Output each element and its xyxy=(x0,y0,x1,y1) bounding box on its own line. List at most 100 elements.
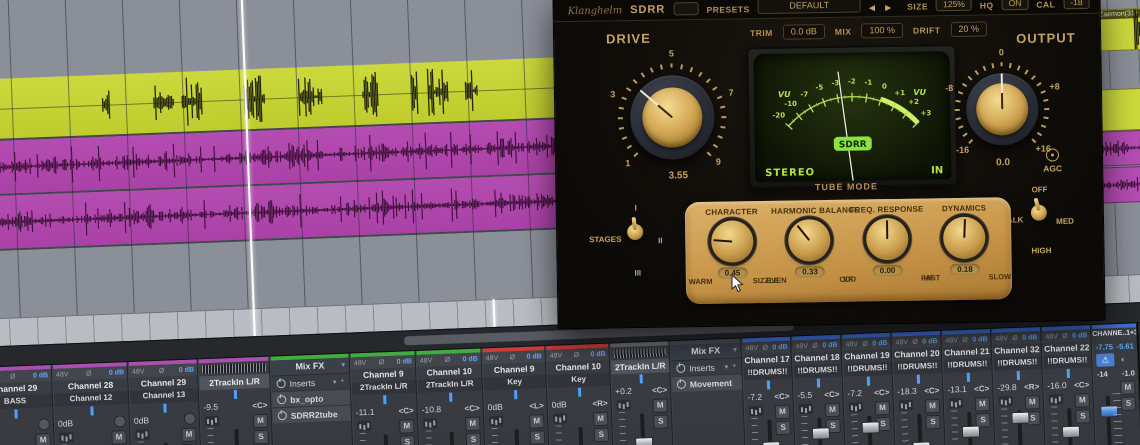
small-knob[interactable] xyxy=(788,218,831,262)
phase-icon[interactable]: Ø xyxy=(912,338,918,345)
power-icon[interactable] xyxy=(676,379,687,390)
mute-button[interactable]: M xyxy=(874,400,891,416)
chevron-down-icon[interactable]: ▾ xyxy=(733,343,737,358)
pan-value[interactable]: <C> xyxy=(824,389,839,399)
mute-button[interactable]: M xyxy=(774,404,791,420)
phase-icon[interactable]: Ø xyxy=(762,344,768,351)
pan-value[interactable]: <C> xyxy=(924,385,939,395)
gain-value[interactable]: 0dB xyxy=(134,415,149,426)
mixer-strip-channel-20[interactable]: 48V Ø 0 dB Channel 20 !!DRUMS!! -18.3 <C> M S xyxy=(891,330,947,445)
mixer-strip-channel-10[interactable]: 48V Ø 0 dB Channel 10 2TrackIn L/R -10.8 <C> M S xyxy=(415,348,488,445)
input-gain-label[interactable]: 0 dB xyxy=(922,337,937,345)
drift-value[interactable]: 20 % xyxy=(950,21,988,38)
mute-button[interactable]: M xyxy=(592,411,609,427)
mute-button[interactable]: M xyxy=(528,414,545,429)
knob-value[interactable]: 0.00 xyxy=(872,264,903,277)
fader-handle[interactable] xyxy=(961,425,981,439)
phase-icon[interactable]: Ø xyxy=(10,373,16,380)
fader-handle[interactable] xyxy=(634,436,654,445)
mixer-strip-mix-fx[interactable]: Mix FX ▾ Inserts ▾ + Movement xyxy=(669,338,747,445)
size-value[interactable]: 125% xyxy=(935,0,972,12)
fader-handle[interactable] xyxy=(762,441,781,445)
solo-button[interactable]: S xyxy=(399,435,416,445)
fader-handle[interactable] xyxy=(912,441,931,445)
solo-button[interactable]: S xyxy=(1120,396,1137,411)
mute-button[interactable]: M xyxy=(465,416,481,432)
mixer-strip-channel-19[interactable]: 48V Ø 0 dB Channel 19 !!DRUMS!! -7.2 <C> M S xyxy=(841,332,897,445)
fader-handle[interactable] xyxy=(1011,411,1030,425)
solo-button[interactable]: S xyxy=(775,420,791,436)
knob-value[interactable]: 0.33 xyxy=(795,266,825,278)
add-insert-icon[interactable]: + xyxy=(732,363,736,370)
gain-value[interactable]: -16.0 xyxy=(1047,380,1067,391)
pan-value[interactable]: <C> xyxy=(974,384,989,394)
mute-button[interactable]: M xyxy=(1074,393,1091,408)
pan-knob-icon[interactable] xyxy=(113,415,127,428)
mixer-strip-channel-29[interactable]: 48VØ0 dBChannel 29Channel 130dBMS xyxy=(127,359,204,445)
small-knob[interactable] xyxy=(943,216,986,260)
small-knob[interactable] xyxy=(865,217,909,261)
mixfx-header[interactable]: Mix FX ▾ xyxy=(670,342,741,361)
mode-icon[interactable]: ◐ xyxy=(1117,353,1130,366)
mute-button[interactable]: M xyxy=(1120,380,1136,395)
input-gain-label[interactable]: 0 dB xyxy=(109,369,124,377)
mix-value[interactable]: 100 % xyxy=(861,22,904,39)
fader-handle[interactable] xyxy=(1061,425,1081,439)
trim-value[interactable]: 0.0 dB xyxy=(782,24,825,40)
solo-button[interactable]: S xyxy=(593,427,610,443)
solo-button[interactable]: S xyxy=(529,430,546,445)
pan-value[interactable]: <C> xyxy=(774,391,789,401)
mixer-strip-mix-fx[interactable]: Mix FX ▾ Inserts ▾ + bx_opto SDRR2tube xyxy=(269,353,356,445)
power-icon[interactable] xyxy=(277,411,288,421)
phantom-label[interactable]: 48V xyxy=(1045,333,1058,340)
xtalk-option-med[interactable]: MED xyxy=(1056,217,1074,226)
phantom-label[interactable]: 48V xyxy=(845,341,858,348)
gain-value[interactable]: 0dB xyxy=(487,402,502,413)
xtalk-toggle[interactable] xyxy=(1030,198,1048,221)
input-gain-label[interactable]: 0 dB xyxy=(1022,334,1037,342)
pan-value[interactable]: <C> xyxy=(874,387,889,397)
warning-icon[interactable]: ⚠ xyxy=(1096,353,1115,367)
mute-button[interactable]: M xyxy=(1024,395,1041,410)
mute-button[interactable]: M xyxy=(399,419,415,434)
pan-value[interactable]: <R> xyxy=(1024,382,1039,392)
mixer-strip-channel-28[interactable]: 48VØ0 dBChannel 28Channel 120dBMS xyxy=(51,362,134,445)
phase-icon[interactable]: Ø xyxy=(510,354,516,361)
menu-icon[interactable] xyxy=(673,2,699,16)
mixer-strip-channe-1-32[interactable]: CHANNE..1+32 -7.75 -5.61 ⚠ ◐ -14 -1.0 M S xyxy=(1090,323,1140,445)
phantom-label[interactable]: 48V xyxy=(56,371,69,378)
solo-button[interactable]: S xyxy=(653,414,669,429)
phase-icon[interactable]: Ø xyxy=(445,356,451,363)
mixfx-header[interactable]: Mix FX ▾ xyxy=(270,357,350,376)
fader-handle[interactable] xyxy=(811,427,831,440)
mixer-strip-2trackin-l-r[interactable]: 2TrackIn L/R -9.5 <C> M S xyxy=(197,356,276,445)
stages-toggle[interactable] xyxy=(627,217,644,241)
phantom-label[interactable]: 48V xyxy=(420,357,433,364)
input-gain-label[interactable]: 0 dB xyxy=(526,353,541,361)
gain-value[interactable]: -9.5 xyxy=(203,402,218,413)
cal-value[interactable]: -18 xyxy=(1063,0,1090,10)
preset-prev-icon[interactable]: ◀ xyxy=(869,3,877,12)
input-gain-label[interactable]: 0 dB xyxy=(822,341,837,349)
pan-value[interactable]: <C> xyxy=(652,385,667,395)
pan-value[interactable]: <C> xyxy=(464,403,479,413)
phantom-label[interactable]: 48V xyxy=(895,339,908,346)
chevron-down-icon[interactable]: ▾ xyxy=(725,363,729,371)
mixer-strip-channel-17[interactable]: 48V Ø 0 dB Channel 17 !!DRUMS!! -7.2 <C> M S xyxy=(741,336,797,445)
power-icon[interactable] xyxy=(277,395,287,405)
input-gain-label[interactable]: 0 dB xyxy=(772,343,787,351)
gain-value[interactable]: -29.8 xyxy=(997,382,1017,393)
stages-option-2[interactable]: II xyxy=(658,236,663,245)
gain-value[interactable]: -18.3 xyxy=(897,386,917,397)
solo-button[interactable]: S xyxy=(925,414,941,430)
phantom-label[interactable]: 48V xyxy=(745,344,758,351)
mixer-strip-channel-32[interactable]: 48V Ø 0 dB Channel 32 !!DRUMS!! -29.8 <R> M S xyxy=(991,326,1047,445)
mute-button[interactable]: M xyxy=(111,430,127,445)
chevron-down-icon[interactable]: ▾ xyxy=(341,358,345,373)
chevron-down-icon[interactable]: ▾ xyxy=(333,378,337,386)
pan-value[interactable]: <C> xyxy=(398,406,413,416)
phase-icon[interactable]: Ø xyxy=(159,367,165,374)
insert-slot-sdrr2tube[interactable]: SDRR2tube xyxy=(272,404,352,424)
mute-button[interactable]: M xyxy=(824,402,841,418)
gain-value[interactable]: -7.2 xyxy=(747,392,762,403)
